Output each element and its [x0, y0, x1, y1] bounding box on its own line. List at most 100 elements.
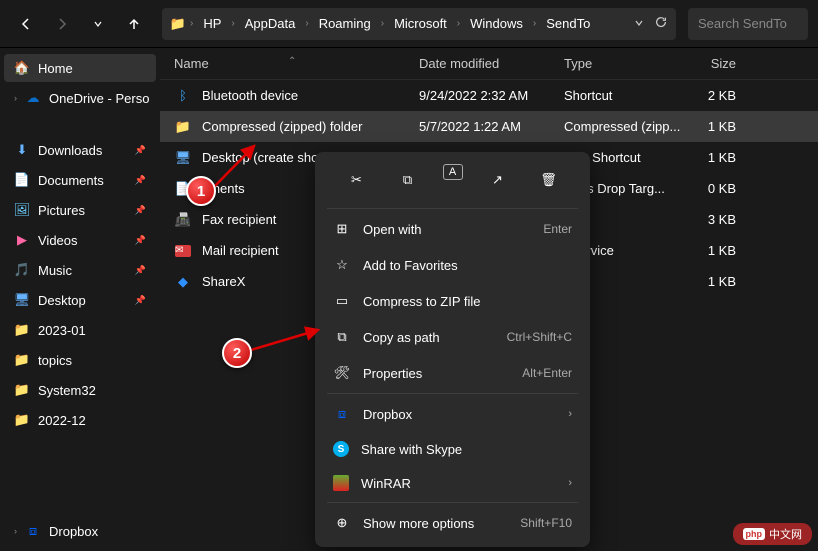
context-menu: ✂ ⧉ A ↗ 🗑 ⊞Open withEnter ☆Add to Favori…	[315, 152, 590, 547]
pin-icon: 📌	[135, 235, 146, 246]
breadcrumb[interactable]: HP	[197, 16, 227, 31]
chevron-right-icon: ›	[568, 477, 572, 489]
properties-icon: 🛠	[333, 364, 351, 382]
sidebar-item-desktop[interactable]: 🖥Desktop📌	[4, 286, 156, 314]
pin-icon: 📌	[135, 205, 146, 216]
menu-properties[interactable]: 🛠 Properties Alt+Enter	[321, 355, 584, 391]
sidebar-item-home[interactable]: 🏠Home	[4, 54, 156, 82]
download-icon: ⬇	[14, 142, 30, 158]
folder-icon: 📁	[14, 322, 30, 338]
menu-more-options[interactable]: ⊕ Show more options Shift+F10	[321, 505, 584, 541]
breadcrumb[interactable]: Microsoft	[388, 16, 453, 31]
breadcrumb[interactable]: SendTo	[540, 16, 596, 31]
watermark-text: 中文网	[769, 526, 802, 542]
file-date: 9/24/2022 2:32 AM	[419, 88, 564, 103]
sidebar-label: Dropbox	[49, 524, 98, 539]
pin-icon: 📌	[135, 265, 146, 276]
menu-dropbox[interactable]: ⧈Dropbox›	[321, 396, 584, 432]
back-button[interactable]	[10, 8, 42, 40]
sort-indicator-icon: ⌃	[288, 56, 296, 67]
breadcrumb[interactable]: AppData	[239, 16, 302, 31]
pin-icon: 📌	[135, 295, 146, 306]
menu-open-with[interactable]: ⊞Open withEnter	[321, 211, 584, 247]
search-input[interactable]: Search SendTo	[688, 8, 808, 40]
annotation-marker-1: 1	[186, 176, 216, 206]
sidebar-item-pictures[interactable]: 🖼Pictures📌	[4, 196, 156, 224]
file-row[interactable]: 📁Compressed (zipped) folder5/7/2022 1:22…	[160, 111, 818, 142]
breadcrumb[interactable]: Windows	[464, 16, 529, 31]
share-icon[interactable]: ↗	[482, 164, 514, 196]
chevron-down-icon[interactable]	[634, 16, 644, 31]
sidebar-item-folder[interactable]: 📁 topics	[4, 346, 156, 374]
menu-label: Show more options	[363, 516, 474, 531]
shortcut: Shift+F10	[520, 516, 572, 530]
menu-copy-path[interactable]: ⧉Copy as pathCtrl+Shift+C	[321, 319, 584, 355]
menu-label: Open with	[363, 222, 422, 237]
sidebar-item-onedrive[interactable]: ›☁OneDrive - Perso	[4, 84, 156, 112]
zip-icon: ▭	[333, 292, 351, 310]
sidebar: 🏠Home ›☁OneDrive - Perso ⬇Downloads📌 📄Do…	[0, 48, 160, 551]
file-icon: 📁	[174, 118, 192, 136]
column-size[interactable]: Size	[684, 56, 754, 71]
chevron-right-icon: ›	[14, 526, 17, 536]
sidebar-label: System32	[38, 383, 96, 398]
sidebar-item-folder[interactable]: 📁2022-12	[4, 406, 156, 434]
menu-label: WinRAR	[361, 476, 411, 491]
sidebar-item-folder[interactable]: 📁2023-01	[4, 316, 156, 344]
sidebar-item-downloads[interactable]: ⬇Downloads📌	[4, 136, 156, 164]
menu-compress[interactable]: ▭Compress to ZIP file	[321, 283, 584, 319]
sidebar-item-dropbox[interactable]: › ⧈ Dropbox	[4, 517, 156, 545]
menu-label: Properties	[363, 366, 422, 381]
file-icon: 📠	[174, 211, 192, 229]
sidebar-item-folder[interactable]: 📁System32	[4, 376, 156, 404]
file-name: Compressed (zipped) folder	[202, 119, 419, 134]
menu-label: Share with Skype	[361, 442, 462, 457]
chevron-right-icon: ›	[190, 18, 193, 29]
menu-winrar[interactable]: WinRAR ›	[321, 466, 584, 500]
cut-icon[interactable]: ✂	[341, 164, 373, 196]
copy-icon[interactable]: ⧉	[392, 164, 424, 196]
sidebar-item-videos[interactable]: ▶Videos📌	[4, 226, 156, 254]
cloud-icon: ☁	[25, 90, 41, 106]
open-with-icon: ⊞	[333, 220, 351, 238]
menu-favorites[interactable]: ☆Add to Favorites	[321, 247, 584, 283]
document-icon: 📄	[14, 172, 30, 188]
recent-dropdown[interactable]	[82, 8, 114, 40]
file-icon: ᛒ	[174, 87, 192, 105]
sidebar-label: 2022-12	[38, 413, 86, 428]
watermark-logo: php	[743, 528, 766, 540]
toolbar: 📁 › HP› AppData› Roaming› Microsoft› Win…	[0, 0, 818, 48]
sidebar-item-documents[interactable]: 📄Documents📌	[4, 166, 156, 194]
sidebar-label: Videos	[38, 233, 78, 248]
menu-label: Dropbox	[363, 407, 412, 422]
copy-path-icon: ⧉	[333, 328, 351, 346]
refresh-icon[interactable]	[654, 15, 668, 32]
music-icon: 🎵	[14, 262, 30, 278]
column-type[interactable]: Type	[564, 56, 684, 71]
file-type: Shortcut	[564, 88, 684, 103]
shortcut: Alt+Enter	[522, 366, 572, 380]
delete-icon[interactable]: 🗑	[533, 164, 565, 196]
folder-icon: 📁	[14, 352, 30, 368]
menu-skype[interactable]: SShare with Skype	[321, 432, 584, 466]
sidebar-label: topics	[38, 353, 72, 368]
file-row[interactable]: ᛒBluetooth device9/24/2022 2:32 AMShortc…	[160, 80, 818, 111]
up-button[interactable]	[118, 8, 150, 40]
column-date[interactable]: Date modified	[419, 56, 564, 71]
annotation-marker-2: 2	[222, 338, 252, 368]
column-headers: Name Date modified Type Size	[160, 48, 818, 80]
more-icon: ⊕	[333, 514, 351, 532]
file-size: 2 KB	[684, 88, 754, 103]
address-bar[interactable]: 📁 › HP› AppData› Roaming› Microsoft› Win…	[162, 8, 676, 40]
pin-icon: 📌	[135, 145, 146, 156]
folder-icon: 📁	[170, 16, 186, 32]
home-icon: 🏠	[14, 60, 30, 76]
sidebar-label: Pictures	[38, 203, 85, 218]
chevron-right-icon: ›	[568, 408, 572, 420]
sidebar-item-music[interactable]: 🎵Music📌	[4, 256, 156, 284]
rename-icon[interactable]: A	[443, 164, 463, 180]
column-name[interactable]: Name	[174, 56, 419, 71]
dropbox-icon: ⧈	[25, 523, 41, 539]
forward-button[interactable]	[46, 8, 78, 40]
breadcrumb[interactable]: Roaming	[313, 16, 377, 31]
